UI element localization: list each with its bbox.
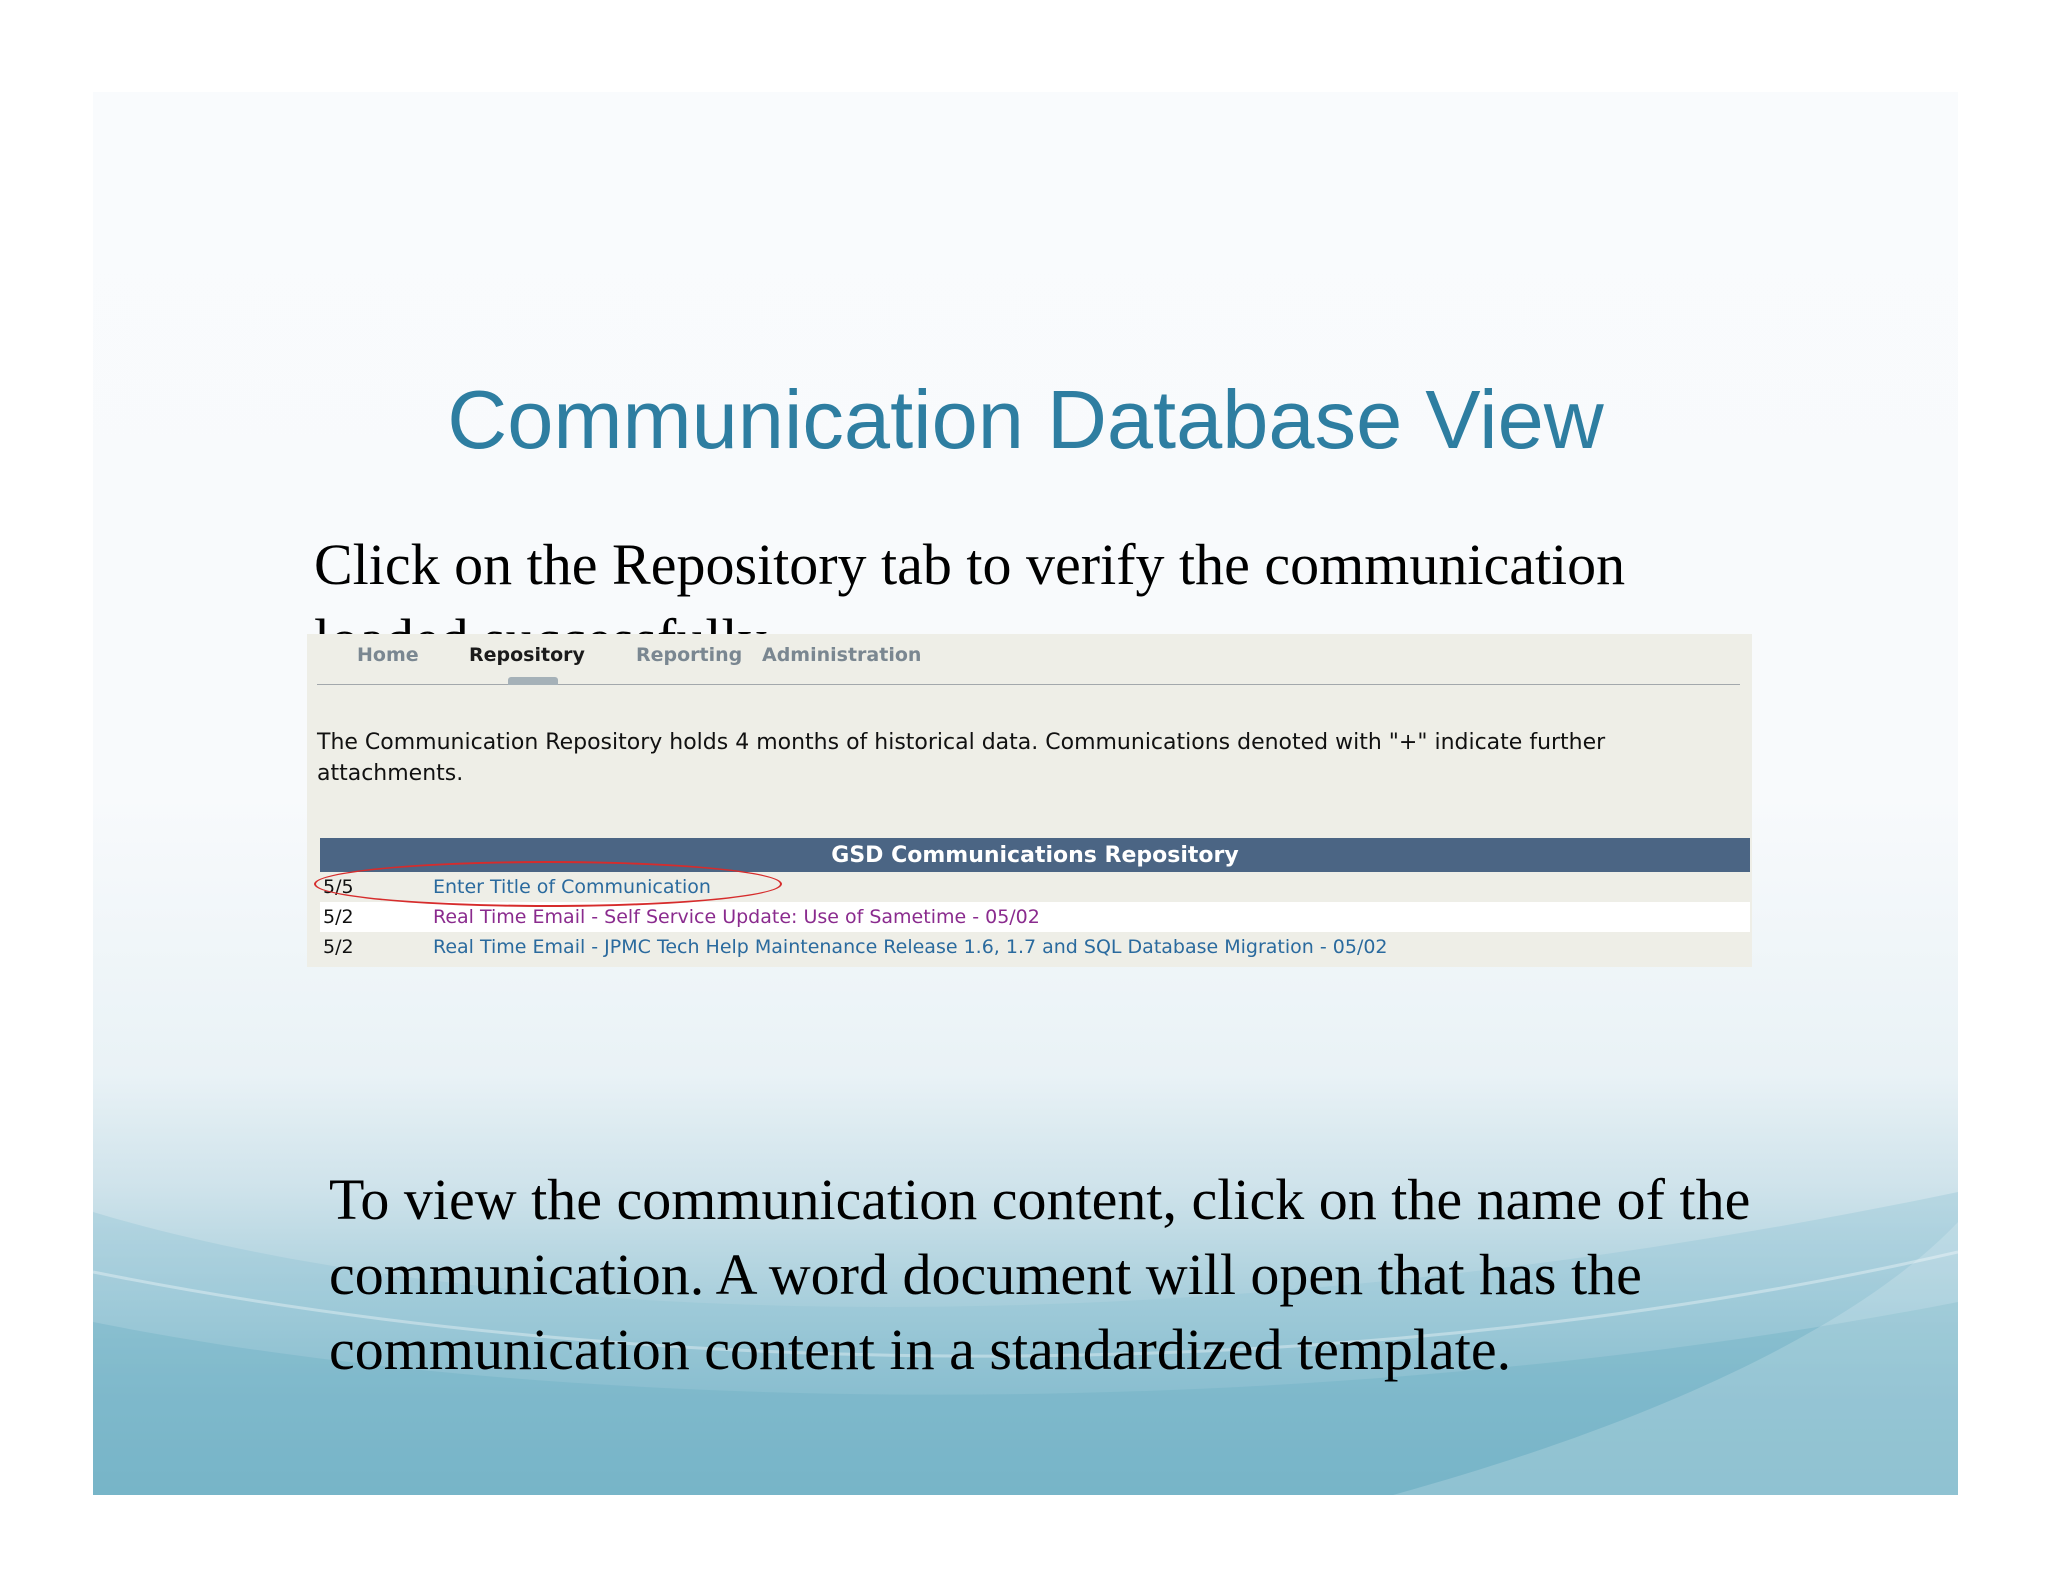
slide: Communication Database View Click on the…	[93, 92, 1958, 1495]
slide-title: Communication Database View	[447, 373, 1604, 466]
tab-bar: Home Repository Reporting Administration	[317, 634, 1740, 685]
tab-home[interactable]: Home	[357, 644, 419, 666]
row-date: 5/2	[323, 936, 354, 958]
row-date: 5/2	[323, 906, 354, 928]
repository-notice: The Communication Repository holds 4 mon…	[317, 730, 1606, 786]
table-header: GSD Communications Repository	[320, 838, 1750, 872]
table-row: 5/2 Real Time Email - JPMC Tech Help Mai…	[320, 932, 1750, 962]
tab-administration[interactable]: Administration	[762, 644, 921, 666]
repository-screenshot: Home Repository Reporting Administration…	[307, 634, 1752, 967]
row-date: 5/5	[323, 876, 354, 898]
communication-link[interactable]: Enter Title of Communication	[433, 876, 711, 898]
tab-repository[interactable]: Repository	[469, 644, 585, 666]
table-row: 5/5 Enter Title of Communication	[320, 872, 1750, 902]
tab-reporting[interactable]: Reporting	[636, 644, 742, 666]
table-row: 5/2 Real Time Email - Self Service Updat…	[320, 902, 1750, 932]
active-tab-indicator	[508, 677, 558, 685]
communication-link[interactable]: Real Time Email - Self Service Update: U…	[433, 906, 1040, 928]
communication-link[interactable]: Real Time Email - JPMC Tech Help Mainten…	[433, 936, 1388, 958]
communications-table: GSD Communications Repository 5/5 Enter …	[320, 838, 1750, 962]
outro-text: To view the communication content, click…	[329, 1167, 1751, 1382]
